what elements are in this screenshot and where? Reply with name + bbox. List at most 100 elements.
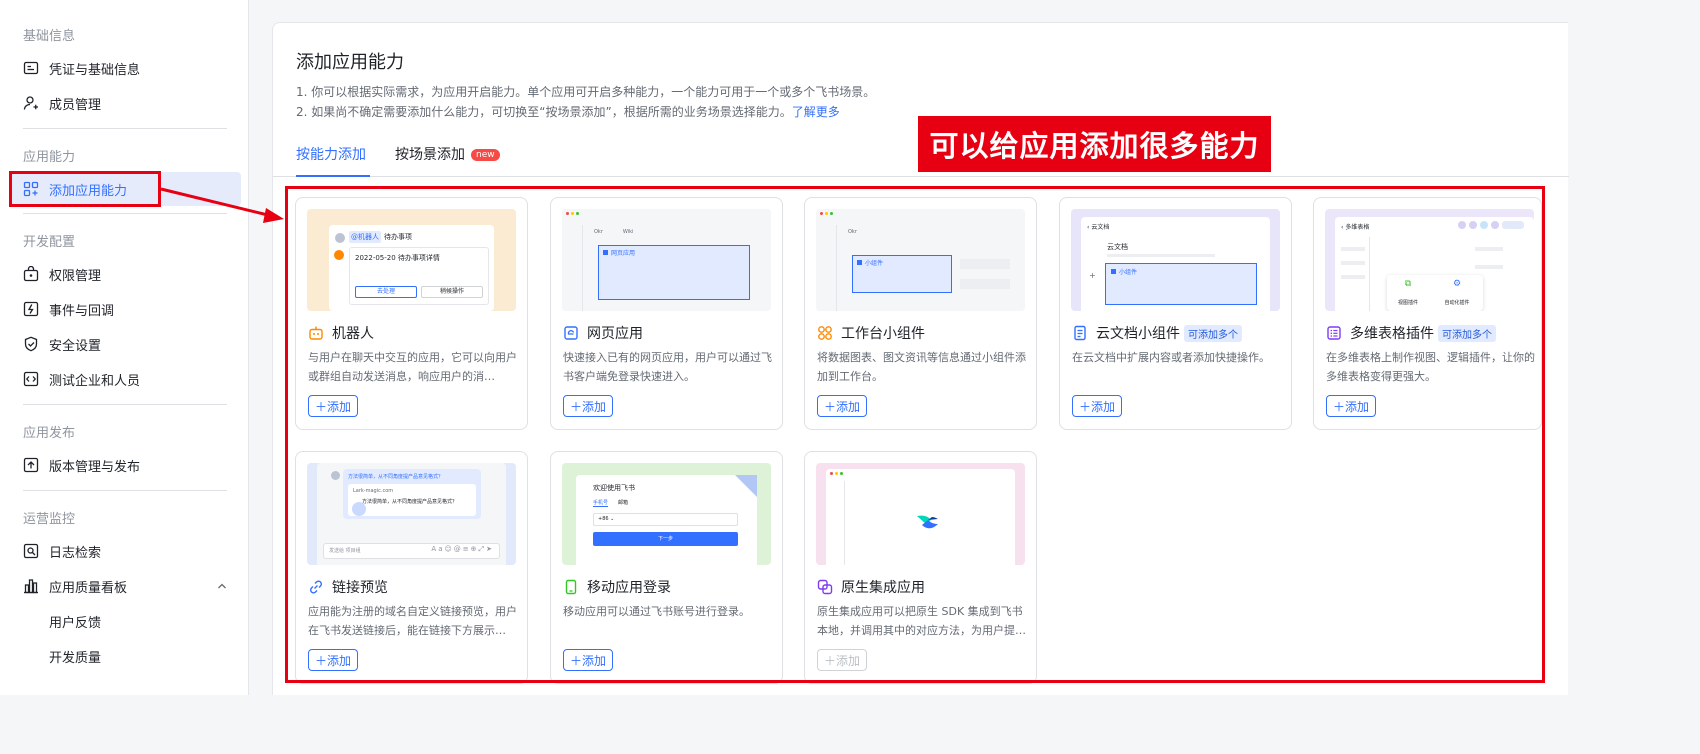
card-title: 移动应用登录 [563, 577, 671, 597]
add-button[interactable]: ＋添加 [1072, 395, 1123, 417]
capability-card-native-app[interactable]: 原生集成应用 原生集成应用可以把原生 SDK 集成到飞书本地，并调用其中的对应方… [804, 451, 1037, 684]
divider [23, 128, 227, 129]
chevron-up-icon[interactable] [217, 580, 227, 595]
thumb-back-label: ‹ 云文档 [1087, 224, 1110, 231]
card-description: 移动应用可以通过飞书账号进行登录。 [563, 605, 750, 618]
capability-card-bitable-plugin[interactable]: ‹ 多维表格 ⧉ 视图插件 ⚙ 自动化插件 多维表格插件 可添加多个 在多维表格上制作… [1313, 197, 1542, 430]
link-preview-thumbnail: 方法很简单，从不同角度提产品意见格式？ Lark-magic.com 方法很简单… [307, 463, 516, 565]
sidebar-item-label: 事件与回调 [49, 303, 115, 319]
add-label: 添加 [327, 653, 352, 668]
thumb-tab: 邮箱 [618, 500, 629, 506]
description-text: 2. 如果尚不确定需要添加什么能力，可切换至“按场景添加”，根据所需的业务场景选… [296, 105, 792, 119]
sidebar-item-quality-board[interactable]: 应用质量看板 [10, 569, 241, 603]
capability-card-doc-widget[interactable]: ‹ 云文档 云文档 + 小组件 云文档小组件 可添加多个 在云文档中扩展内容或者添… [1059, 197, 1292, 430]
thumb-heading: 云文档 [1107, 243, 1128, 251]
add-label: 添加 [836, 653, 861, 668]
todo-detail: 2022-05-20 待办事项详情 [355, 254, 440, 262]
plus-icon: ＋ [315, 399, 328, 414]
add-button[interactable]: ＋添加 [308, 395, 359, 417]
capability-card-mobile-login[interactable]: 欢迎使用飞书 手机号 邮箱 +86 ⌄ 下一步 移动应用登录 移动应用可以通过飞书… [550, 451, 783, 684]
capability-card-link-preview[interactable]: 方法很简单，从不同角度提产品意见格式？ Lark-magic.com 方法很简单… [295, 451, 528, 684]
card-title-text: 多维表格插件 [1350, 326, 1434, 342]
test-icon [23, 371, 39, 387]
thumb-secondary-button: 稍候操作 [421, 286, 483, 298]
divider [23, 213, 227, 214]
add-button-disabled[interactable]: ＋添加 [817, 649, 868, 671]
add-button[interactable]: ＋添加 [563, 649, 614, 671]
section-title: 应用能力 [23, 150, 76, 165]
sidebar-item-label: 凭证与基础信息 [49, 62, 141, 78]
sidebar-item-events[interactable]: 事件与回调 [10, 292, 241, 326]
description-line-2: 2. 如果尚不确定需要添加什么能力，可切换至“按场景添加”，根据所需的业务场景选… [296, 103, 840, 120]
sidebar-item-credentials[interactable]: 凭证与基础信息 [10, 51, 241, 85]
view-plugin-icon: ⧉ [1404, 279, 1412, 289]
thumb-tab: Okr [594, 229, 603, 235]
bot-avatar [334, 250, 344, 260]
thumb-message: 方法很简单，从不同角度提产品意见格式？ [348, 474, 444, 480]
tab-underline [296, 175, 370, 177]
sidebar-item-label: 成员管理 [49, 97, 102, 113]
plus-icon: ＋ [1079, 399, 1092, 414]
sidebar-item-permissions[interactable]: 权限管理 [10, 257, 241, 291]
add-label: 添加 [582, 399, 607, 414]
sidebar-item-label: 安全设置 [49, 338, 102, 354]
thumb-next-button: 下一步 [593, 532, 738, 546]
new-badge: new [471, 149, 500, 161]
sidebar-item-add-capability[interactable]: 添加应用能力 [10, 172, 241, 206]
card-title-text: 网页应用 [587, 326, 643, 342]
divider [23, 490, 227, 491]
card-title-text: 机器人 [332, 326, 374, 342]
card-description: 在多维表格上制作视图、逻辑插件，让你的多维表格变得更强大。 [1326, 351, 1535, 383]
sidebar-item-dev-quality[interactable]: 开发质量 [10, 639, 241, 673]
plugin-label: 视图插件 [1397, 300, 1418, 306]
sidebar-item-user-feedback[interactable]: 用户反馈 [10, 604, 241, 638]
mobile-login-thumbnail: 欢迎使用飞书 手机号 邮箱 +86 ⌄ 下一步 [562, 463, 771, 565]
page-title: 添加应用能力 [296, 52, 404, 73]
multi-add-tag: 可添加多个 [1438, 324, 1496, 342]
plus-icon: ＋ [1333, 399, 1346, 414]
tab-label: 按场景添加 [395, 147, 465, 163]
add-label: 添加 [327, 399, 352, 414]
credential-icon [23, 60, 39, 76]
tab-by-scenario[interactable]: 按场景添加 new [395, 144, 500, 164]
card-title: 链接预览 [308, 577, 388, 597]
annotation-callout: 可以给应用添加很多能力 [918, 116, 1271, 172]
sidebar-item-label: 测试企业和人员 [49, 373, 141, 389]
learn-more-link[interactable]: 了解更多 [792, 105, 840, 119]
card-description: 将数据图表、图文资讯等信息通过小组件添加到工作台。 [817, 351, 1026, 383]
add-label: 添加 [836, 399, 861, 414]
add-button[interactable]: ＋添加 [308, 649, 359, 671]
thumb-url: Lark-magic.com [353, 488, 394, 494]
robot-icon [308, 325, 324, 341]
sidebar-item-label: 日志检索 [49, 545, 102, 561]
section-title: 开发配置 [23, 235, 76, 250]
capability-card-robot[interactable]: @机器人 待办事项 2022-05-20 待办事项详情 去处理 稍候操作 机器人 … [295, 197, 528, 430]
sidebar-item-label: 应用质量看板 [49, 580, 128, 596]
add-capability-icon [23, 181, 39, 197]
tab-by-capability[interactable]: 按能力添加 [296, 144, 366, 164]
section-title: 基础信息 [23, 29, 76, 44]
capability-card-web-app[interactable]: Okr Wiki 网页应用 网页应用 快速接入已有的网页应用，用户可以通过飞书客户… [550, 197, 783, 430]
divider [23, 404, 227, 405]
sidebar-item-test-tenant[interactable]: 测试企业和人员 [10, 362, 241, 396]
automation-plugin-icon: ⚙ [1452, 279, 1462, 289]
plugin-label: 自动化插件 [1444, 300, 1470, 306]
sidebar-item-label: 开发质量 [49, 650, 102, 666]
doc-widget-thumbnail: ‹ 云文档 云文档 + 小组件 [1071, 209, 1280, 311]
section-title: 运营监控 [23, 512, 76, 527]
add-label: 添加 [582, 653, 607, 668]
sidebar-item-security[interactable]: 安全设置 [10, 327, 241, 361]
sidebar-item-log-search[interactable]: 日志检索 [10, 534, 241, 568]
thumb-composer-placeholder: 发送给 项目组 [329, 548, 361, 554]
add-button[interactable]: ＋添加 [817, 395, 868, 417]
card-title-text: 工作台小组件 [841, 326, 925, 342]
add-button[interactable]: ＋添加 [563, 395, 614, 417]
web-app-icon [563, 325, 579, 341]
section-title: 应用发布 [23, 426, 76, 441]
capability-card-workplace-widget[interactable]: Okr 小组件 工作台小组件 将数据图表、图文资讯等信息通过小组件添加到工作台。… [804, 197, 1037, 430]
add-button[interactable]: ＋添加 [1326, 395, 1377, 417]
widget-thumbnail: Okr 小组件 [816, 209, 1025, 311]
add-label: 添加 [1091, 399, 1116, 414]
sidebar-item-members[interactable]: 成员管理 [10, 86, 241, 120]
sidebar-item-versions[interactable]: 版本管理与发布 [10, 448, 241, 482]
